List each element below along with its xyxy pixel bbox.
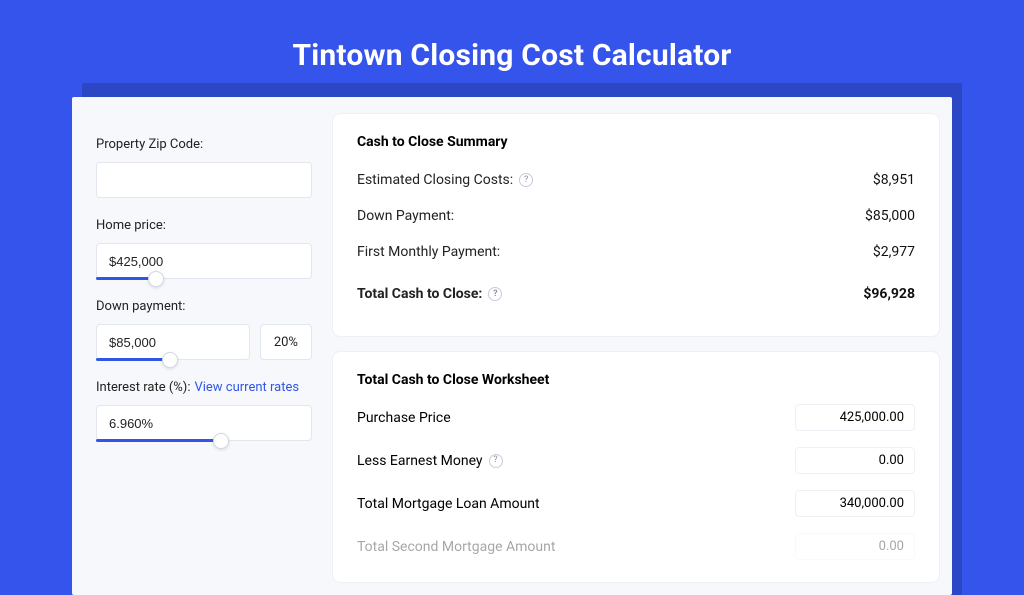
down-payment-pct[interactable]: 20%: [260, 324, 312, 360]
summary-total-label: Total Cash to Close:: [357, 286, 482, 302]
help-icon[interactable]: ?: [488, 287, 502, 301]
worksheet-panel: Total Cash to Close Worksheet Purchase P…: [332, 351, 940, 583]
cash-summary-panel: Cash to Close Summary Estimated Closing …: [332, 113, 940, 337]
summary-row-label: Estimated Closing Costs:: [357, 172, 513, 188]
worksheet-row-value[interactable]: 0.00: [795, 533, 915, 560]
summary-row-value: $85,000: [865, 208, 915, 224]
help-icon[interactable]: ?: [489, 454, 503, 468]
view-rates-link[interactable]: View current rates: [194, 380, 299, 395]
worksheet-row: Total Mortgage Loan Amount 340,000.00: [357, 490, 915, 517]
worksheet-row: Less Earnest Money ? 0.00: [357, 447, 915, 474]
worksheet-heading: Total Cash to Close Worksheet: [357, 372, 915, 388]
app-card: Property Zip Code: Home price: Down paym…: [72, 97, 952, 595]
zip-group: Property Zip Code:: [96, 137, 312, 198]
home-price-label: Home price:: [96, 218, 312, 233]
summary-total-row: Total Cash to Close: ? $96,928: [357, 274, 915, 316]
summary-row: Estimated Closing Costs: ? $8,951: [357, 166, 915, 202]
summary-row: Down Payment: $85,000: [357, 202, 915, 238]
interest-slider-thumb[interactable]: [213, 433, 229, 449]
interest-slider-track: [96, 439, 221, 442]
down-payment-label: Down payment:: [96, 299, 312, 314]
zip-label: Property Zip Code:: [96, 137, 312, 152]
home-price-group: Home price:: [96, 218, 312, 279]
interest-group: Interest rate (%): View current rates: [96, 380, 312, 441]
home-price-input[interactable]: [96, 243, 312, 279]
home-price-slider-thumb[interactable]: [148, 271, 164, 287]
worksheet-row-value[interactable]: 0.00: [795, 447, 915, 474]
summary-row-value: $2,977: [873, 244, 915, 260]
help-icon[interactable]: ?: [519, 173, 533, 187]
worksheet-row: Purchase Price 425,000.00: [357, 404, 915, 431]
worksheet-row-label: Less Earnest Money: [357, 453, 483, 469]
summary-row-label: First Monthly Payment:: [357, 244, 500, 260]
summary-row-value: $8,951: [873, 172, 915, 188]
summary-total-value: $96,928: [863, 286, 915, 302]
down-payment-group: Down payment: 20%: [96, 299, 312, 360]
summary-heading: Cash to Close Summary: [357, 134, 915, 150]
worksheet-row-value[interactable]: 425,000.00: [795, 404, 915, 431]
worksheet-row: Total Second Mortgage Amount 0.00: [357, 533, 915, 560]
worksheet-row-label: Total Second Mortgage Amount: [357, 539, 555, 555]
zip-input[interactable]: [96, 162, 312, 198]
down-payment-slider-thumb[interactable]: [162, 352, 178, 368]
summary-row-label: Down Payment:: [357, 208, 454, 224]
home-price-slider-track: [96, 277, 156, 280]
worksheet-row-value[interactable]: 340,000.00: [795, 490, 915, 517]
down-payment-slider-track: [96, 358, 170, 361]
worksheet-row-label: Purchase Price: [357, 410, 451, 426]
interest-label: Interest rate (%):: [96, 380, 190, 395]
summary-row: First Monthly Payment: $2,977: [357, 238, 915, 274]
interest-input[interactable]: [96, 405, 312, 441]
worksheet-row-label: Total Mortgage Loan Amount: [357, 496, 540, 512]
